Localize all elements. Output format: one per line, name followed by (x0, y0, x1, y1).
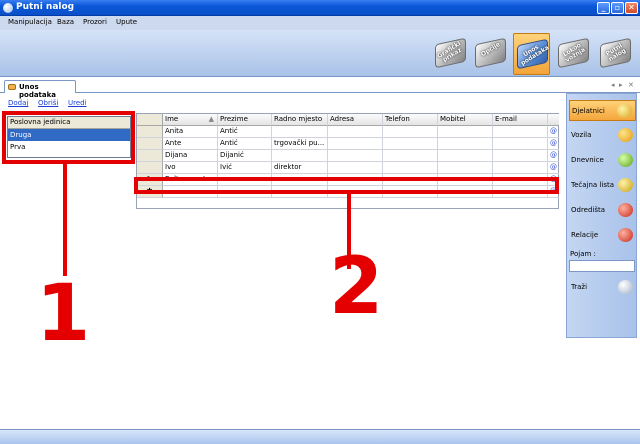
annotation-number-2: 2 (329, 242, 384, 332)
row-header[interactable] (137, 138, 163, 150)
table-cell[interactable]: trgovački pu... (272, 138, 328, 150)
menu-bar: Manipulacija Baza Prozori Upute (0, 16, 640, 30)
table-cell[interactable] (438, 150, 493, 162)
search-icon (618, 280, 633, 294)
table-cell[interactable]: direktor (272, 162, 328, 174)
row-header[interactable] (137, 150, 163, 162)
nav-tecajna-lista[interactable]: Tečajna lista (569, 175, 636, 196)
annotation-box-2 (134, 177, 559, 194)
minimize-button[interactable]: _ (597, 2, 610, 14)
table-cell[interactable]: Ante (163, 138, 218, 150)
route-icon (618, 228, 633, 242)
email-icon[interactable]: @ (548, 150, 559, 162)
email-icon[interactable]: @ (548, 126, 559, 138)
grid-corner (137, 114, 163, 126)
email-icon[interactable]: @ (548, 138, 559, 150)
close-button[interactable]: ✕ (625, 2, 638, 14)
table-cell[interactable] (383, 162, 438, 174)
row-header[interactable] (137, 162, 163, 174)
column-header-email-icon (548, 114, 559, 126)
edit-link[interactable]: Uredi (68, 99, 87, 107)
annotation-number-1: 1 (36, 269, 91, 359)
table-cell[interactable]: Ivić (218, 162, 272, 174)
table-cell[interactable]: Anita (163, 126, 218, 138)
nav-odredista[interactable]: Odredišta (569, 200, 636, 221)
exchange-rate-icon (618, 178, 633, 192)
tab-unos-podataka[interactable]: Unos podataka (4, 80, 76, 99)
email-icon[interactable]: @ (548, 162, 559, 174)
table-cell[interactable] (438, 126, 493, 138)
table-cell[interactable] (328, 126, 383, 138)
tab-icon (8, 84, 16, 90)
table-cell[interactable] (328, 150, 383, 162)
column-header-mobitel[interactable]: Mobitel (438, 114, 493, 126)
car-icon (618, 128, 633, 142)
table-cell[interactable] (383, 138, 438, 150)
menu-manipulacija[interactable]: Manipulacija (8, 18, 52, 26)
table-cell[interactable] (328, 162, 383, 174)
add-link[interactable]: Dodaj (8, 99, 28, 107)
toolbar-putni-nalog-button[interactable]: Putni nalog (597, 33, 634, 75)
toolbar-lokoo-voznja-button[interactable]: Lokoo vožnja (555, 33, 592, 75)
table-cell[interactable]: Dijana (163, 150, 218, 162)
nav-relacije[interactable]: Relacije (569, 225, 636, 246)
status-bar (0, 429, 640, 444)
table-cell[interactable] (383, 150, 438, 162)
table-cell[interactable] (383, 126, 438, 138)
table-cell[interactable]: Dijanić (218, 150, 272, 162)
table-cell[interactable]: Antić (218, 126, 272, 138)
menu-baza[interactable]: Baza (57, 18, 74, 26)
search-input[interactable] (569, 260, 635, 272)
nav-djelatnici[interactable]: Djelatnici (569, 100, 636, 121)
table-cell[interactable] (493, 126, 548, 138)
annotation-line-1 (63, 164, 67, 276)
table-cell[interactable] (328, 138, 383, 150)
toolbar: Grafički prikaz Opcije Unos podataka Lok… (0, 30, 640, 77)
table-cell[interactable]: Antić (218, 138, 272, 150)
table-cell[interactable] (493, 150, 548, 162)
column-header-adresa[interactable]: Adresa (328, 114, 383, 126)
window-title: Putni nalog (16, 2, 75, 12)
toolbar-opcije-button[interactable]: Opcije (472, 33, 509, 75)
delete-link[interactable]: Obriši (38, 99, 58, 107)
search-label: Pojam : (570, 250, 596, 258)
people-icon (617, 104, 632, 118)
row-header[interactable] (137, 126, 163, 138)
annotation-box-1 (2, 111, 135, 164)
table-cell[interactable] (493, 138, 548, 150)
tab-close-icon[interactable]: ✕ (628, 81, 634, 89)
nav-dnevnice[interactable]: Dnevnice (569, 150, 636, 171)
column-header-email[interactable]: E-mail (493, 114, 548, 126)
column-header-ime[interactable]: Ime ▲ (163, 114, 218, 126)
maximize-button[interactable]: ▫ (611, 2, 624, 14)
tab-scroll-left-icon[interactable]: ◂ (611, 81, 615, 89)
tab-scroll-right-icon[interactable]: ▸ (619, 81, 623, 89)
column-header-radno-mjesto[interactable]: Radno mjesto (272, 114, 328, 126)
app-icon (3, 3, 13, 13)
table-cell[interactable] (272, 150, 328, 162)
table-cell[interactable] (438, 162, 493, 174)
destination-icon (618, 203, 633, 217)
menu-prozori[interactable]: Prozori (83, 18, 107, 26)
table-cell[interactable]: Ivo (163, 162, 218, 174)
right-nav-panel: Djelatnici Vozila Dnevnice Tečajna lista… (566, 93, 637, 338)
toolbar-unos-podataka-button[interactable]: Unos podataka (513, 33, 550, 75)
column-header-telefon[interactable]: Telefon (383, 114, 438, 126)
column-header-prezime[interactable]: Prezime (218, 114, 272, 126)
menu-upute[interactable]: Upute (116, 18, 137, 26)
table-cell[interactable] (493, 162, 548, 174)
nav-vozila[interactable]: Vozila (569, 125, 636, 146)
title-bar: Putni nalog _ ▫ ✕ (0, 0, 640, 16)
toolbar-graficki-prikaz-button[interactable]: Grafički prikaz (432, 33, 469, 75)
table-cell[interactable] (438, 138, 493, 150)
sort-ascending-icon: ▲ (208, 115, 214, 123)
money-icon (618, 153, 633, 167)
table-cell[interactable] (272, 126, 328, 138)
tab-strip: Unos podataka ◂ ▸ ✕ (0, 78, 640, 99)
search-button[interactable]: Traži (569, 277, 636, 298)
